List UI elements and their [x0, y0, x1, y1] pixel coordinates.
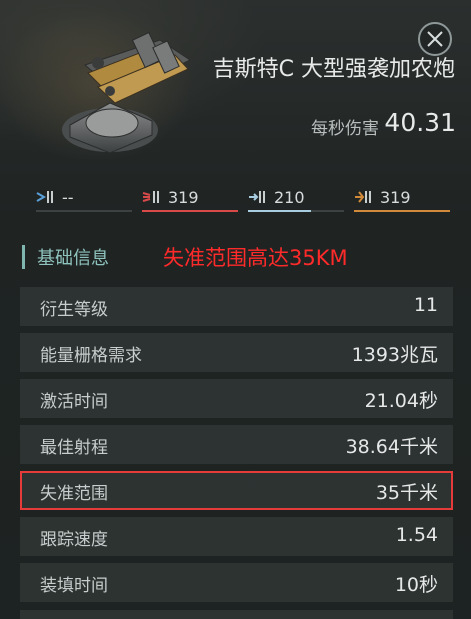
- damage-kinetic-bar: [248, 210, 344, 212]
- stat-value: 11: [413, 294, 438, 316]
- damage-kinetic: 210: [248, 186, 344, 216]
- stat-label: 跟踪速度: [40, 530, 108, 550]
- kinetic-damage-icon: [249, 191, 265, 203]
- stat-row-powergrid: 能量栅格需求 1393兆瓦: [20, 333, 453, 372]
- stat-label: 失准范围: [40, 484, 108, 504]
- stat-value: 1.54: [395, 524, 438, 546]
- stat-label: 装填时间: [40, 576, 108, 596]
- damage-kinetic-value: 210: [274, 188, 305, 207]
- damage-explosive-value: 319: [380, 188, 411, 207]
- stat-row-falloff: 失准范围 35千米: [20, 471, 453, 510]
- section-title: 基础信息: [37, 248, 109, 269]
- stat-row-optimal-range: 最佳射程 38.64千米: [20, 425, 453, 464]
- stat-label: 衍生等级: [40, 300, 108, 320]
- damage-em-value: --: [62, 188, 74, 207]
- stat-label: 最佳射程: [40, 438, 108, 458]
- damage-explosive: 319: [354, 186, 450, 216]
- stat-value: 38.64千米: [345, 436, 438, 458]
- em-damage-icon: [36, 191, 53, 203]
- stat-value: 10秒: [394, 574, 438, 596]
- weapon-name: 吉斯特C 大型强袭加农炮: [212, 57, 455, 82]
- close-icon: [427, 31, 443, 47]
- stat-label: 能量栅格需求: [40, 346, 142, 366]
- damage-em-bar: [36, 210, 132, 212]
- damage-explosive-bar: [354, 210, 450, 212]
- stat-label: 激活时间: [40, 392, 108, 412]
- stat-row-tracking-speed: 跟踪速度 1.54: [20, 517, 453, 556]
- next-row-partial: [20, 610, 453, 619]
- close-button[interactable]: [418, 22, 452, 56]
- stats-list: 衍生等级 11 能量栅格需求 1393兆瓦 激活时间 21.04秒 最佳射程 3…: [20, 287, 453, 609]
- stat-row-activation-time: 激活时间 21.04秒: [20, 379, 453, 418]
- stat-value: 21.04秒: [364, 390, 438, 412]
- stat-value: 1393兆瓦: [351, 344, 438, 366]
- damage-thermal-bar: [142, 210, 238, 212]
- damage-thermal-value: 319: [168, 188, 199, 207]
- damage-breakdown: -- 319 210 319: [0, 186, 471, 216]
- damage-em: --: [36, 186, 132, 216]
- stat-value: 35千米: [375, 482, 438, 504]
- thermal-damage-icon: [142, 191, 159, 203]
- explosive-damage-icon: [355, 191, 371, 203]
- weapon-image: [62, 31, 191, 154]
- stat-row-meta-level: 衍生等级 11: [20, 287, 453, 326]
- dps-label: 每秒伤害: [311, 119, 379, 139]
- damage-thermal: 319: [142, 186, 238, 216]
- section-accent-bar: [22, 245, 25, 269]
- red-annotation: 失准范围高达35KM: [163, 246, 348, 270]
- stat-row-reload-time: 装填时间 10秒: [20, 563, 453, 602]
- dps-value: 40.31: [384, 108, 456, 137]
